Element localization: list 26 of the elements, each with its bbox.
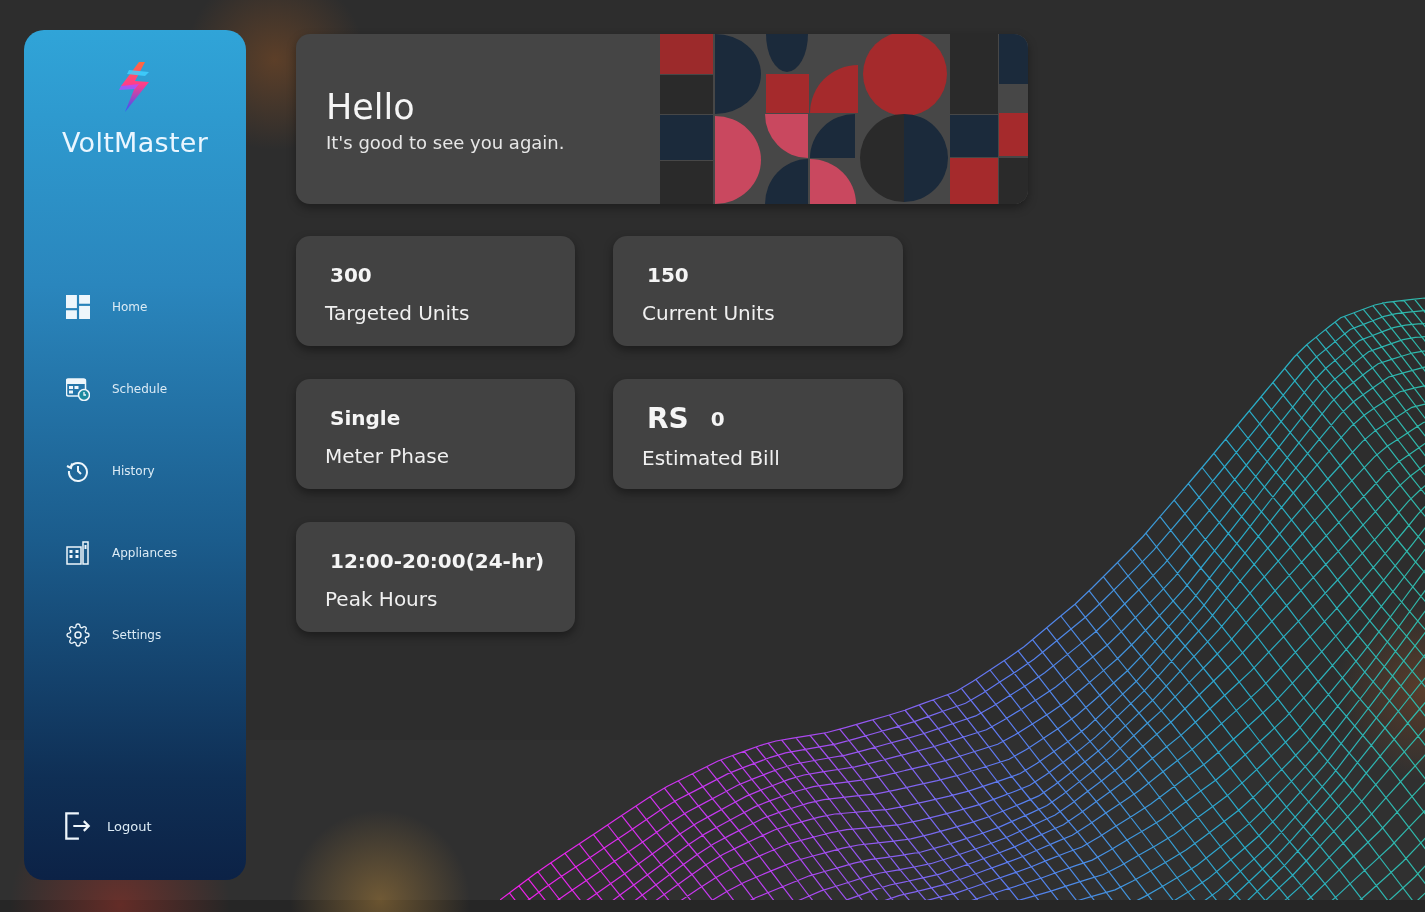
building-icon [66,541,90,565]
sidebar-nav-item[interactable]: Settings [62,615,166,655]
logout-button[interactable]: Logout [60,806,156,846]
calendar-clock-icon [66,377,90,401]
stat-value: 0 [710,406,725,432]
stat-value: 150 [647,262,689,288]
brand-name: VoltMaster [61,126,209,160]
stat-value: Single [330,405,401,431]
stat-label: Targeted Units [325,300,470,326]
sidebar-nav-item[interactable]: History [62,451,159,491]
greeting-title: Hello [326,86,416,128]
logout-icon [64,812,91,840]
stat-label: Meter Phase [325,443,449,469]
greeting-subtitle: It's good to see you again. [326,131,566,155]
stat-label: Peak Hours [325,586,438,612]
currency-label: RS [647,405,689,433]
history-icon [66,459,90,483]
stat-value: 300 [330,262,372,288]
stat-label: Estimated Bill [642,445,780,471]
sidebar-nav-item[interactable]: Schedule [62,369,172,409]
stat-label: Current Units [642,300,775,326]
dashboard-icon [66,295,90,319]
stat-value: 12:00-20:00(24-hr) [330,548,545,574]
settings-icon [66,623,90,647]
sidebar-nav-item[interactable]: Appliances [62,533,182,573]
sidebar-nav-item[interactable]: Home [62,287,152,327]
